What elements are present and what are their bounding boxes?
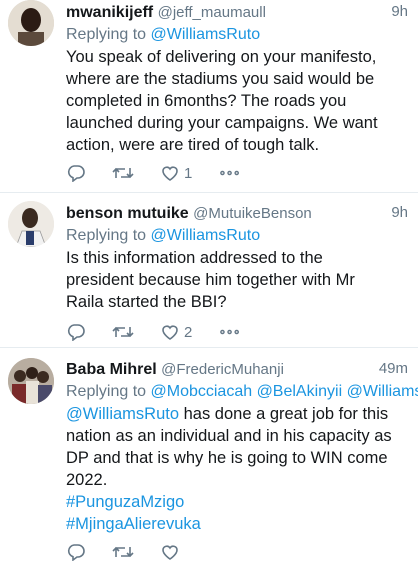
like-button[interactable]: 2	[160, 323, 192, 341]
avatar[interactable]	[8, 358, 54, 404]
author-handle[interactable]: @FredericMuhanji	[161, 361, 284, 378]
author-name[interactable]: benson mutuike	[66, 205, 189, 222]
retweet-button[interactable]	[112, 164, 134, 182]
more-button[interactable]: ∘∘∘	[218, 165, 239, 181]
replying-to: Replying to @WilliamsRuto	[66, 225, 418, 247]
avatar-photo	[8, 0, 54, 46]
more-button[interactable]: ∘∘∘	[218, 324, 239, 340]
author-name[interactable]: mwanikijeff	[66, 4, 153, 21]
author-name[interactable]: Baba Mihrel	[66, 361, 157, 378]
retweet-button[interactable]	[112, 543, 134, 561]
mention-link[interactable]: @WilliamsRuto	[66, 405, 179, 423]
avatar[interactable]	[8, 201, 54, 247]
retweet-icon	[112, 323, 134, 341]
reply-mention-link[interactable]: @WilliamsRuto	[151, 26, 261, 43]
like-button[interactable]: 1	[160, 164, 192, 182]
reply-mention-link[interactable]: @Mobcciacah @BelAkinyii @Williams...	[151, 383, 418, 400]
replying-to: Replying to @WilliamsRuto	[66, 24, 418, 46]
tweet-time[interactable]: 9h	[391, 3, 408, 20]
tweet-3[interactable]: Baba Mihrel @FredericMuhanji 49m Replyin…	[0, 348, 418, 556]
like-button[interactable]	[160, 543, 180, 561]
reply-mention-link[interactable]: @WilliamsRuto	[151, 227, 261, 244]
reply-button[interactable]	[66, 164, 86, 182]
hashtag-link[interactable]: #MjingaAlierevuka	[66, 513, 418, 535]
avatar-photo	[8, 201, 54, 247]
tweet-text: You speak of delivering on your manifest…	[66, 46, 418, 156]
tweet-text: Is this information addressed to the pre…	[66, 247, 418, 313]
more-icon: ∘∘∘	[218, 165, 239, 181]
heart-icon	[160, 543, 180, 561]
hashtag-link[interactable]: #PunguzaMzigo	[66, 491, 418, 513]
tweet-time[interactable]: 49m	[379, 360, 408, 377]
author-handle[interactable]: @MutuikeBenson	[193, 205, 312, 222]
retweet-icon	[112, 164, 134, 182]
heart-icon	[160, 323, 180, 341]
replying-to: Replying to @Mobcciacah @BelAkinyii @Wil…	[66, 381, 418, 403]
tweet-2[interactable]: benson mutuike @MutuikeBenson 9h Replyin…	[0, 193, 418, 348]
tweet-actions: 2 ∘∘∘	[66, 319, 418, 345]
reply-button[interactable]	[66, 323, 86, 341]
retweet-button[interactable]	[112, 323, 134, 341]
tweet-time[interactable]: 9h	[391, 204, 408, 221]
reply-icon	[66, 164, 86, 182]
retweet-icon	[112, 543, 134, 561]
avatar[interactable]	[8, 0, 54, 46]
tweet-1[interactable]: mwanikijeff @jeff_maumaull 9h Replying t…	[0, 0, 418, 193]
heart-icon	[160, 164, 180, 182]
reply-icon	[66, 543, 86, 561]
reply-button[interactable]	[66, 543, 86, 561]
author-handle[interactable]: @jeff_maumaull	[158, 4, 266, 21]
reply-icon	[66, 323, 86, 341]
like-count: 2	[184, 324, 192, 341]
tweet-actions	[66, 539, 418, 565]
avatar-photo	[8, 358, 54, 404]
more-icon: ∘∘∘	[218, 324, 239, 340]
tweet-text: @WilliamsRuto has done a great job for t…	[66, 403, 418, 535]
tweet-actions: 1 ∘∘∘	[66, 160, 418, 186]
like-count: 1	[184, 165, 192, 182]
